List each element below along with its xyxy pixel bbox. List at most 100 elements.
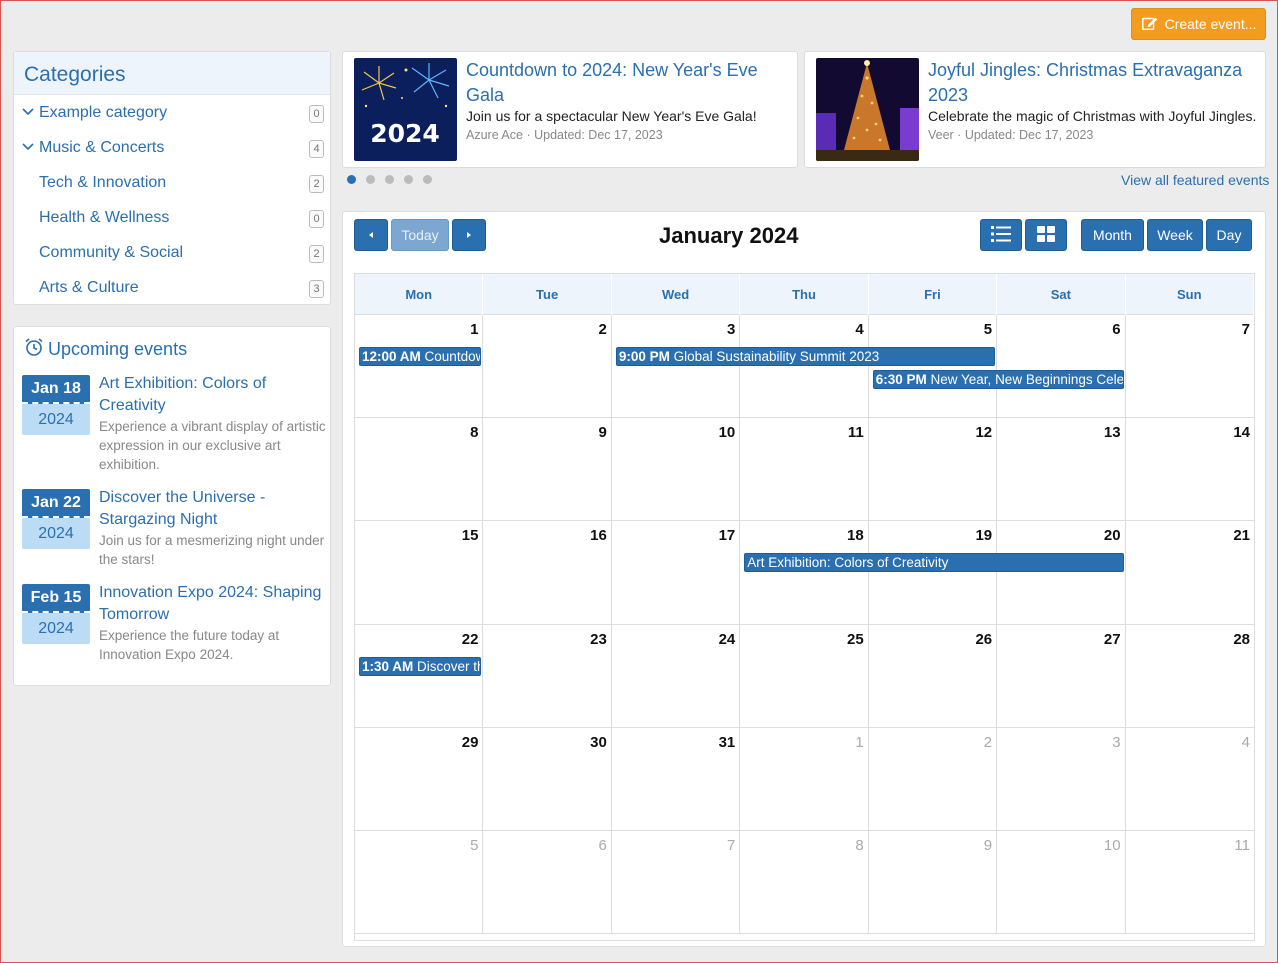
day-cell[interactable]: 26 xyxy=(868,624,998,728)
day-number[interactable]: 11 xyxy=(848,424,864,441)
create-event-button[interactable]: Create event... xyxy=(1131,8,1266,40)
day-cell[interactable]: 14 xyxy=(1125,418,1254,522)
day-number[interactable]: 6 xyxy=(1112,321,1120,338)
day-number[interactable]: 17 xyxy=(719,527,736,544)
day-number[interactable]: 24 xyxy=(719,631,736,648)
prev-month-button[interactable] xyxy=(354,219,388,251)
day-number[interactable]: 2 xyxy=(984,734,992,751)
day-cell[interactable]: 10 xyxy=(611,418,741,522)
event-title-link[interactable]: Art Exhibition: Colors of Creativity xyxy=(99,373,329,417)
day-number[interactable]: 1 xyxy=(855,734,863,751)
day-number[interactable]: 5 xyxy=(470,837,478,854)
day-number[interactable]: 7 xyxy=(1242,321,1250,338)
day-cell[interactable]: 29 xyxy=(355,727,484,831)
day-cell[interactable]: 9 xyxy=(483,418,612,522)
day-number[interactable]: 19 xyxy=(975,527,992,544)
day-number[interactable]: 14 xyxy=(1233,424,1250,441)
day-number[interactable]: 10 xyxy=(719,424,736,441)
day-cell[interactable]: 23 xyxy=(483,624,612,728)
day-cell[interactable]: 16 xyxy=(483,521,612,625)
day-number[interactable]: 26 xyxy=(975,631,992,648)
day-cell[interactable]: 6 xyxy=(483,831,612,935)
day-cell[interactable]: 31 xyxy=(611,727,741,831)
view-all-featured-link[interactable]: View all featured events xyxy=(1121,172,1269,188)
list-view-button[interactable] xyxy=(980,219,1022,251)
month-view-button[interactable]: Month xyxy=(1081,219,1144,251)
calendar-event-bar[interactable]: 12:00 AM Countdown to 2024: New Year's E… xyxy=(359,347,482,366)
day-number[interactable]: 15 xyxy=(462,527,479,544)
day-view-button[interactable]: Day xyxy=(1206,219,1252,251)
day-cell[interactable]: 22 xyxy=(355,624,484,728)
fireworks-thumbnail[interactable]: 2024 xyxy=(354,58,457,161)
chevron-down-icon[interactable] xyxy=(22,140,34,152)
day-cell[interactable]: 18 xyxy=(740,521,869,625)
day-cell[interactable]: 1 xyxy=(740,727,869,831)
christmas-tree-thumbnail[interactable] xyxy=(816,58,919,161)
grid-view-button[interactable] xyxy=(1025,219,1067,251)
category-item[interactable]: Tech & Innovation 2 xyxy=(14,165,330,200)
day-cell[interactable]: 28 xyxy=(1125,625,1254,728)
calendar-event-bar[interactable]: 1:30 AM Discover the Universe - Stargazi… xyxy=(359,656,482,676)
day-cell[interactable]: 3 xyxy=(611,315,741,419)
day-cell[interactable]: 5 xyxy=(355,831,484,935)
day-number[interactable]: 10 xyxy=(1104,837,1121,854)
day-cell[interactable]: 21 xyxy=(1125,521,1254,625)
day-cell[interactable]: 27 xyxy=(997,624,1126,728)
day-number[interactable]: 12 xyxy=(975,424,992,441)
day-cell[interactable]: 24 xyxy=(611,624,741,728)
day-number[interactable]: 22 xyxy=(462,631,479,648)
day-number[interactable]: 8 xyxy=(855,837,863,854)
day-number[interactable]: 3 xyxy=(1112,734,1120,751)
day-cell[interactable]: 25 xyxy=(740,624,869,728)
day-cell[interactable]: 17 xyxy=(611,521,741,625)
carousel-dot[interactable] xyxy=(385,175,394,184)
day-cell[interactable]: 1 xyxy=(355,315,484,419)
event-title-link[interactable]: Discover the Universe - Stargazing Night xyxy=(99,487,329,531)
carousel-dot[interactable] xyxy=(366,175,375,184)
day-number[interactable]: 8 xyxy=(470,424,478,441)
category-item[interactable]: Example category 0 xyxy=(14,95,330,130)
calendar-event-bar[interactable]: 9:00 PM Global Sustainability Summit 202… xyxy=(615,347,996,366)
day-cell[interactable]: 12 xyxy=(868,418,998,522)
category-item[interactable]: Arts & Culture 3 xyxy=(14,270,330,305)
day-number[interactable]: 9 xyxy=(599,424,607,441)
day-number[interactable]: 28 xyxy=(1233,631,1250,648)
day-cell[interactable]: 4 xyxy=(740,315,869,419)
day-number[interactable]: 6 xyxy=(599,837,607,854)
day-cell[interactable]: 4 xyxy=(1125,728,1254,831)
category-item[interactable]: Music & Concerts 4 xyxy=(14,130,330,165)
day-cell[interactable]: 8 xyxy=(740,831,869,935)
day-cell[interactable]: 2 xyxy=(868,727,998,831)
day-cell[interactable]: 30 xyxy=(483,727,612,831)
day-number[interactable]: 5 xyxy=(984,321,992,338)
featured-event-title[interactable]: Joyful Jingles: Christmas Extravaganza 2… xyxy=(928,58,1253,108)
day-number[interactable]: 3 xyxy=(727,321,735,338)
featured-event-card[interactable]: 2024 Countdown to 2024: New Year's Eve G… xyxy=(342,51,798,168)
day-cell[interactable]: 7 xyxy=(611,831,741,935)
day-number[interactable]: 29 xyxy=(462,734,479,751)
day-cell[interactable]: 13 xyxy=(997,418,1126,522)
next-month-button[interactable] xyxy=(452,219,486,251)
day-number[interactable]: 16 xyxy=(590,527,607,544)
day-number[interactable]: 9 xyxy=(984,837,992,854)
day-number[interactable]: 31 xyxy=(719,734,736,751)
day-cell[interactable]: 15 xyxy=(355,521,484,625)
carousel-dot[interactable] xyxy=(404,175,413,184)
day-number[interactable]: 4 xyxy=(855,321,863,338)
category-item[interactable]: Community & Social 2 xyxy=(14,235,330,270)
carousel-dot[interactable] xyxy=(347,175,356,184)
day-cell[interactable]: 11 xyxy=(1125,831,1254,935)
featured-event-title[interactable]: Countdown to 2024: New Year's Eve Gala xyxy=(466,58,786,108)
day-number[interactable]: 27 xyxy=(1104,631,1121,648)
day-number[interactable]: 2 xyxy=(599,321,607,338)
day-cell[interactable]: 20 xyxy=(997,521,1126,625)
day-cell[interactable]: 8 xyxy=(355,418,484,522)
week-view-button[interactable]: Week xyxy=(1147,219,1203,251)
day-number[interactable]: 18 xyxy=(847,527,864,544)
chevron-down-icon[interactable] xyxy=(22,105,34,117)
day-cell[interactable]: 19 xyxy=(868,521,998,625)
day-number[interactable]: 7 xyxy=(727,837,735,854)
day-number[interactable]: 11 xyxy=(1234,837,1250,854)
today-button[interactable]: Today xyxy=(391,219,449,251)
event-title-link[interactable]: Innovation Expo 2024: Shaping Tomorrow xyxy=(99,582,329,626)
